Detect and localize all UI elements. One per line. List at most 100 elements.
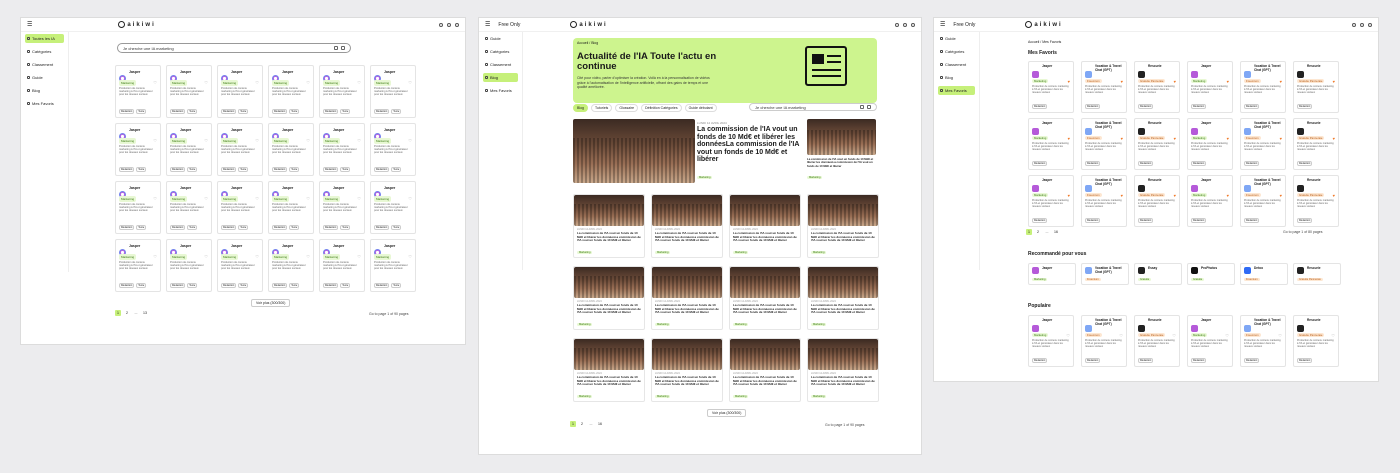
theme-icon[interactable]: [1360, 22, 1364, 27]
theme-icon[interactable]: [447, 22, 451, 27]
heart-icon[interactable]: ♥: [1121, 136, 1123, 141]
theme-icon[interactable]: [903, 22, 907, 27]
heart-icon[interactable]: ♥: [1068, 79, 1070, 84]
heart-icon[interactable]: ♥: [1174, 136, 1176, 141]
filter-tab[interactable]: Définition Catégories: [641, 104, 682, 112]
ai-card[interactable]: Jasper Marketing ♡ Production de contenu ma…: [370, 123, 416, 176]
heart-icon[interactable]: ♡: [357, 254, 361, 259]
heart-icon[interactable]: ♡: [1066, 333, 1070, 338]
free-only-toggle[interactable]: Free Only: [498, 22, 520, 28]
page-button[interactable]: 1: [570, 421, 576, 427]
page-button[interactable]: 2: [124, 310, 130, 316]
ai-card[interactable]: Jasper Marketing ♡ Production de contenu ma…: [166, 239, 212, 292]
page-button[interactable]: ...: [1044, 229, 1050, 235]
search-icon[interactable]: [867, 105, 871, 109]
favorite-card[interactable]: Vocation & Travel Chat (GPT) Freemium ♥ Pro…: [1081, 61, 1127, 113]
search-icon[interactable]: [341, 46, 345, 50]
popular-card[interactable]: Rescurie Gratuite Panneraie ♡ Production de…: [1293, 315, 1339, 367]
popular-card[interactable]: Vocation & Travel Chat (GPT) Freemium ♡ Pro…: [1240, 315, 1286, 367]
heart-icon[interactable]: ♥: [1068, 193, 1070, 198]
heart-icon[interactable]: ♡: [255, 138, 259, 143]
favorite-card[interactable]: Jasper Marketing ♥ Production de contenu ma…: [1028, 118, 1074, 170]
recommended-card[interactable]: Essay Gratuite: [1134, 263, 1182, 285]
filter-tab[interactable]: Tutoriels: [591, 104, 613, 112]
ai-card[interactable]: Jasper Marketing ♡ Production de contenu ma…: [268, 239, 314, 292]
ai-card[interactable]: Jasper Marketing ♡ Production de contenu ma…: [319, 123, 365, 176]
load-more-button[interactable]: Voir plus (300/300): [251, 299, 291, 307]
sidebar-item[interactable]: Mes Favoris: [483, 86, 518, 95]
heart-icon[interactable]: ♡: [1278, 333, 1282, 338]
post-card[interactable]: LUNDI 12 AVRIL 2024 La commission de l'IA…: [573, 266, 645, 330]
popular-card[interactable]: Rescurie Gratuite Panneraie ♡ Production de…: [1134, 315, 1180, 367]
post-card[interactable]: LUNDI 12 AVRIL 2024 La commission de l'IA…: [729, 194, 801, 258]
favorite-card[interactable]: Rescurie Gratuite Panneraie ♥ Production de…: [1293, 175, 1339, 227]
ai-card[interactable]: Jasper Marketing ♡ Production de contenu ma…: [268, 65, 314, 118]
ai-card[interactable]: Jasper Marketing ♡ Production de contenu ma…: [370, 239, 416, 292]
ai-card[interactable]: Jasper Marketing ♡ Production de contenu ma…: [217, 65, 263, 118]
user-icon[interactable]: [911, 22, 915, 27]
post-card[interactable]: LUNDI 12 AVRIL 2024 La commission de l'IA…: [573, 194, 645, 258]
sidebar-item[interactable]: Mes Favoris: [938, 86, 975, 95]
menu-icon[interactable]: ☰: [485, 21, 490, 28]
heart-icon[interactable]: ♡: [408, 80, 412, 85]
search-icon[interactable]: [895, 22, 899, 27]
favorite-card[interactable]: Vocation & Travel Chat (GPT) Freemium ♥ Pro…: [1081, 118, 1127, 170]
post-card[interactable]: LUNDI 12 AVRIL 2024 La commission de l'IA…: [807, 338, 879, 402]
ai-card[interactable]: Jasper Marketing ♡ Production de contenu ma…: [166, 181, 212, 234]
sidebar-item[interactable]: Catégories: [25, 47, 64, 56]
menu-icon[interactable]: ☰: [27, 21, 32, 28]
page-button[interactable]: ...: [133, 310, 139, 316]
post-card[interactable]: LUNDI 12 AVRIL 2024 La commission de l'IA…: [651, 266, 723, 330]
featured-post[interactable]: LUNDI 12 AVRIL 2024 La commission de l'I…: [573, 119, 877, 185]
post-card[interactable]: LUNDI 12 AVRIL 2024 La commission de l'IA…: [729, 266, 801, 330]
heart-icon[interactable]: ♡: [357, 138, 361, 143]
ai-card[interactable]: Jasper Marketing ♡ Production de contenu ma…: [268, 181, 314, 234]
heart-icon[interactable]: ♡: [204, 196, 208, 201]
heart-icon[interactable]: ♡: [255, 196, 259, 201]
sidebar-item[interactable]: Toutes les IA: [25, 34, 64, 43]
user-icon[interactable]: [1368, 22, 1372, 27]
user-icon[interactable]: [455, 22, 459, 27]
ai-card[interactable]: Jasper Marketing ♡ Production de contenu ma…: [217, 181, 263, 234]
ai-card[interactable]: Jasper Marketing ♡ Production de contenu ma…: [370, 65, 416, 118]
heart-icon[interactable]: ♡: [306, 254, 310, 259]
heart-icon[interactable]: ♥: [1333, 193, 1335, 198]
recommended-card[interactable]: Jasper Marketing: [1028, 263, 1076, 285]
ai-card[interactable]: Jasper Marketing ♡ Production de contenu ma…: [115, 65, 161, 118]
heart-icon[interactable]: ♥: [1174, 79, 1176, 84]
free-only-toggle[interactable]: Free Only: [953, 22, 975, 28]
recommended-card[interactable]: Vocation & Travel Chat (GPT) Freemium: [1081, 263, 1129, 285]
heart-icon[interactable]: ♡: [1225, 333, 1229, 338]
sidebar-item[interactable]: Blog: [938, 73, 975, 82]
heart-icon[interactable]: ♡: [255, 254, 259, 259]
logo[interactable]: aikiwi: [570, 21, 607, 28]
favorite-card[interactable]: Vocation & Travel Chat (GPT) Freemium ♥ Pro…: [1240, 175, 1286, 227]
ai-card[interactable]: Jasper Marketing ♡ Production de contenu ma…: [217, 239, 263, 292]
page-button[interactable]: 1: [1026, 229, 1032, 235]
ai-card[interactable]: Jasper Marketing ♡ Production de contenu ma…: [319, 239, 365, 292]
sidebar-item[interactable]: Classement: [25, 60, 64, 69]
menu-icon[interactable]: ☰: [940, 21, 945, 28]
ai-card[interactable]: Jasper Marketing ♡ Production de contenu ma…: [115, 181, 161, 234]
favorite-card[interactable]: Jasper Marketing ♥ Production de contenu ma…: [1187, 118, 1233, 170]
heart-icon[interactable]: ♥: [1227, 136, 1229, 141]
sidebar-item[interactable]: Mes Favoris: [25, 99, 64, 108]
close-icon[interactable]: [860, 105, 864, 109]
popular-card[interactable]: Jasper Marketing ♡ Production de contenu ma…: [1028, 315, 1074, 367]
search-input[interactable]: Je cherche une IA marketing: [749, 103, 877, 111]
heart-icon[interactable]: ♡: [408, 254, 412, 259]
page-button[interactable]: ...: [588, 421, 594, 427]
recommended-card[interactable]: Rescurie Gratuite Panneraie: [1293, 263, 1341, 285]
logo[interactable]: aikiwi: [118, 21, 155, 28]
heart-icon[interactable]: ♡: [306, 196, 310, 201]
heart-icon[interactable]: ♥: [1280, 79, 1282, 84]
heart-icon[interactable]: ♥: [1174, 193, 1176, 198]
popular-card[interactable]: Vocation & Travel Chat (GPT) Freemium ♡ Pro…: [1081, 315, 1127, 367]
ai-card[interactable]: Jasper Marketing ♡ Production de contenu ma…: [319, 181, 365, 234]
ai-card[interactable]: Jasper Marketing ♡ Production de contenu ma…: [319, 65, 365, 118]
favorite-card[interactable]: Rescurie Gratuite Panneraie ♥ Production de…: [1134, 61, 1180, 113]
heart-icon[interactable]: ♡: [255, 80, 259, 85]
post-card[interactable]: LUNDI 12 AVRIL 2024 La commission de l'IA…: [573, 338, 645, 402]
heart-icon[interactable]: ♥: [1121, 79, 1123, 84]
heart-icon[interactable]: ♥: [1121, 193, 1123, 198]
